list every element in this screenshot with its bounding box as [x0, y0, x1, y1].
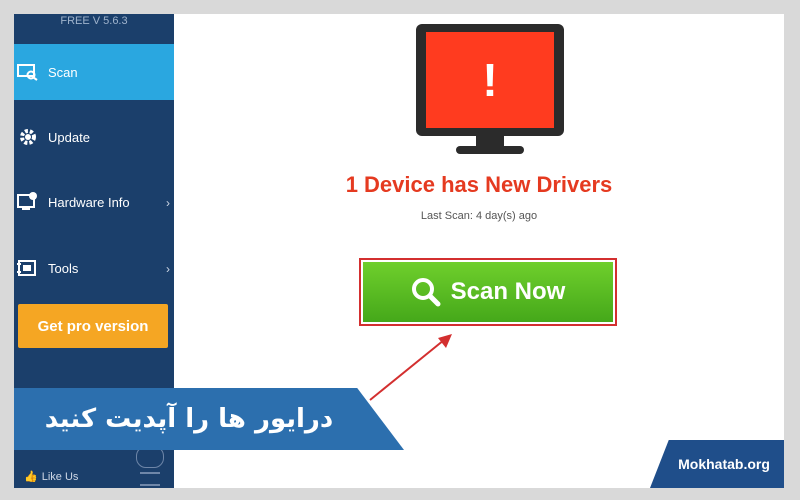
caption-text: درایور ها را آپدیت کنید: [44, 404, 334, 434]
brand-watermark: Mokhatab.org: [678, 456, 770, 472]
